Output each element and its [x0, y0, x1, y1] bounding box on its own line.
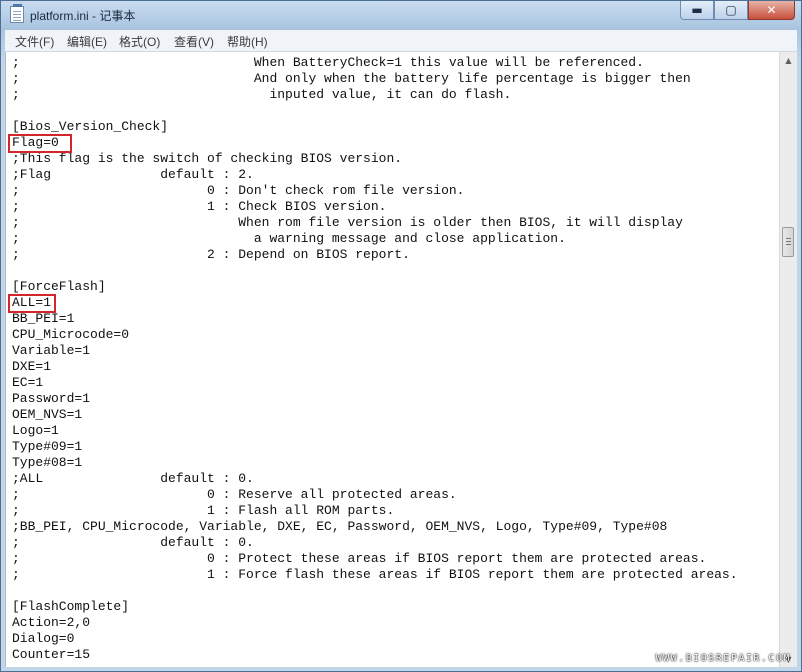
text-line: [ForceFlash]	[12, 279, 106, 294]
text-line: ; When rom file version is older then BI…	[12, 215, 683, 230]
text-line: ; 1 : Flash all ROM parts.	[12, 503, 395, 518]
menu-edit[interactable]: 编辑(E)	[67, 33, 107, 50]
text-line: Type#08=1	[12, 455, 83, 470]
minimize-button[interactable]: ▬	[680, 1, 714, 20]
text-line: BB_PEI=1	[12, 311, 75, 326]
highlight-flag-box	[8, 134, 72, 153]
notepad-window: platform.ini - 记事本 ▬ ▢ ✕ 文件(F) 编辑(E) 格式(…	[0, 0, 802, 672]
text-line: CPU_Microcode=0	[12, 327, 130, 342]
window-controls: ▬ ▢ ✕	[680, 1, 795, 21]
text-editor[interactable]: ; When BatteryCheck=1 this value will be…	[5, 52, 780, 667]
text-line: Action=2,0	[12, 615, 91, 630]
text-line: ; 0 : Don't check rom file version.	[12, 183, 465, 198]
text-line	[12, 103, 738, 119]
text-line: ; default : 0.	[12, 535, 254, 550]
menu-help[interactable]: 帮助(H)	[227, 33, 268, 50]
text-line: ALL=1	[12, 295, 52, 310]
menu-view[interactable]: 查看(V)	[174, 33, 214, 50]
text-line: Flag=0	[12, 135, 59, 150]
scroll-thumb[interactable]	[782, 227, 794, 257]
text-line: Password=1	[12, 391, 91, 406]
menu-file[interactable]: 文件(F)	[15, 33, 54, 50]
text-line: OEM_NVS=1	[12, 407, 83, 422]
text-line	[12, 583, 738, 599]
text-line: ; When BatteryCheck=1 this value will be…	[12, 55, 644, 70]
text-line: ; 0 : Protect these areas if BIOS report…	[12, 551, 707, 566]
text-line: ;Flag default : 2.	[12, 167, 254, 182]
watermark-text: WWW.BIOSREPAIR.COM	[655, 653, 791, 664]
text-line: ; inputed value, it can do flash.	[12, 87, 512, 102]
menu-bar: 文件(F) 编辑(E) 格式(O) 查看(V) 帮助(H)	[5, 30, 797, 52]
text-line: ; 1 : Force flash these areas if BIOS re…	[12, 567, 738, 582]
text-line	[12, 263, 738, 279]
text-line: Dialog=0	[12, 631, 75, 646]
text-line: Type#09=1	[12, 439, 83, 454]
text-line: EC=1	[12, 375, 44, 390]
text-line: [FlashComplete]	[12, 599, 130, 614]
notepad-icon	[10, 4, 24, 23]
text-line: DXE=1	[12, 359, 52, 374]
title-bar[interactable]: platform.ini - 记事本 ▬ ▢ ✕	[1, 1, 801, 29]
text-line: ; a warning message and close applicatio…	[12, 231, 566, 246]
text-line: Variable=1	[12, 343, 91, 358]
text-line: ;ALL default : 0.	[12, 471, 254, 486]
text-line: Logo=1	[12, 423, 59, 438]
vertical-scrollbar[interactable]: ▲ ▼	[779, 52, 797, 667]
text-line: ;BB_PEI, CPU_Microcode, Variable, DXE, E…	[12, 519, 668, 534]
document-text[interactable]: ; When BatteryCheck=1 this value will be…	[12, 55, 738, 663]
close-button[interactable]: ✕	[748, 1, 795, 20]
window-title: platform.ini - 记事本	[30, 9, 136, 23]
text-line: ; 0 : Reserve all protected areas.	[12, 487, 457, 502]
text-line: ;This flag is the switch of checking BIO…	[12, 151, 403, 166]
text-line: ; 1 : Check BIOS version.	[12, 199, 387, 214]
highlight-all-box	[8, 294, 56, 313]
text-line: Counter=15	[12, 647, 91, 662]
menu-format[interactable]: 格式(O)	[119, 33, 160, 50]
text-line: [Bios_Version_Check]	[12, 119, 169, 134]
maximize-button[interactable]: ▢	[714, 1, 748, 20]
text-line: ; 2 : Depend on BIOS report.	[12, 247, 410, 262]
text-line: ; And only when the battery life percent…	[12, 71, 691, 86]
scroll-up-button[interactable]: ▲	[781, 52, 796, 68]
